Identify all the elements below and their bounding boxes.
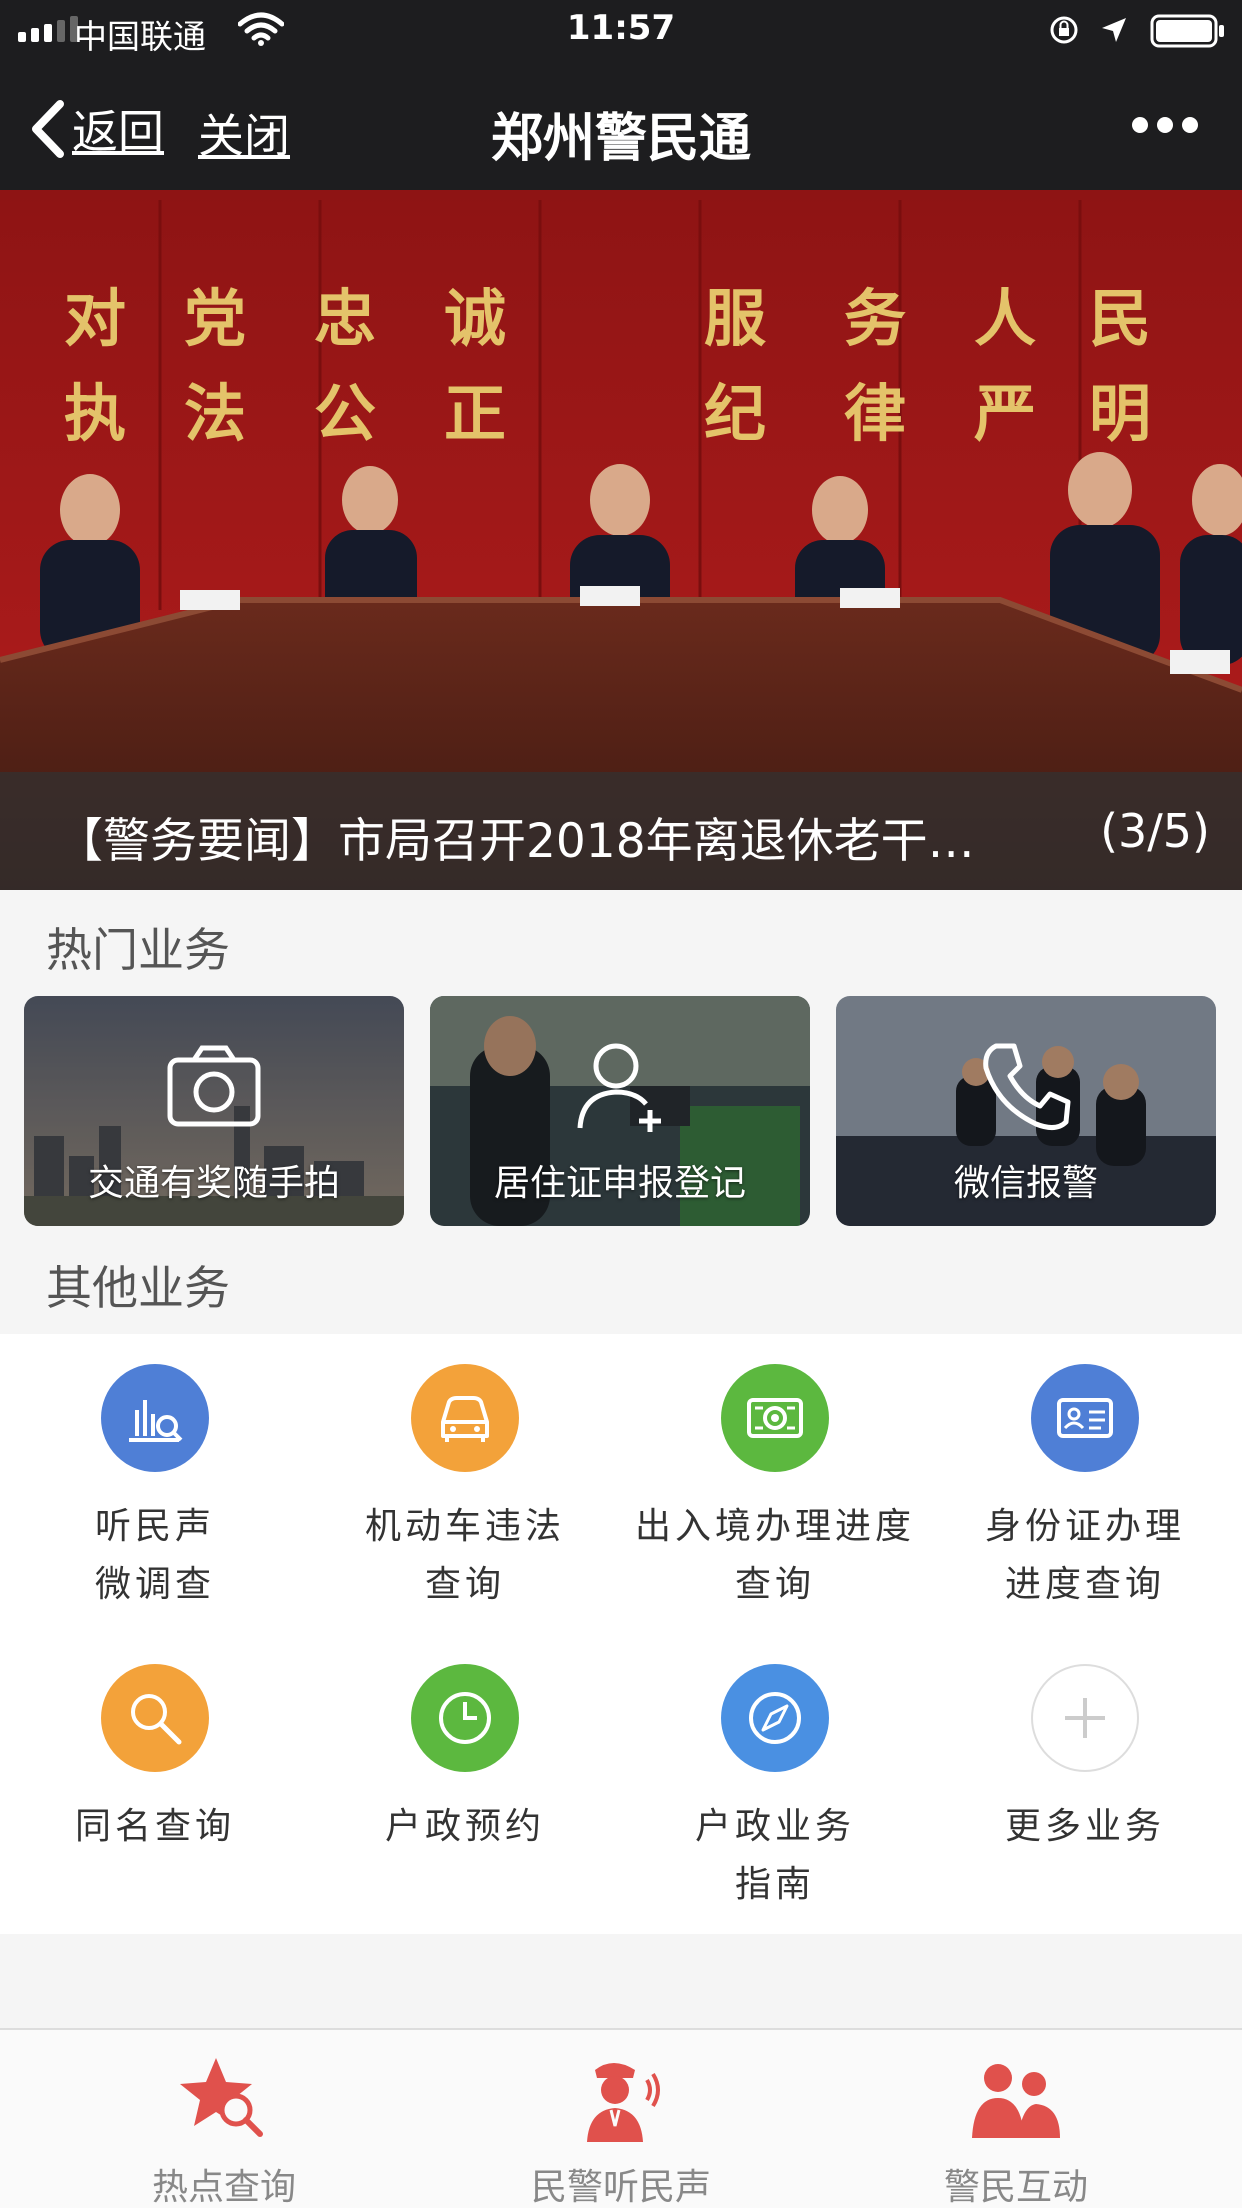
phone-icon (983, 1043, 1071, 1130)
survey-chart-icon (129, 1400, 183, 1442)
service-icon-bg (1031, 1364, 1139, 1472)
add-user-icon (577, 1043, 661, 1132)
hot-service-label: 微信报警 (953, 1163, 1098, 1204)
hot-services-title: 热门业务 (46, 923, 230, 977)
tab-police-interaction[interactable]: 警民互动 (866, 2050, 1166, 2208)
banner-caption: 【警务要闻】市局召开2018年离退休老干… (56, 814, 975, 869)
banner-counter: (3/5) (1100, 804, 1210, 858)
service-label: 听民声 微调查 (94, 1506, 215, 1605)
plus-icon (1065, 1698, 1105, 1738)
hot-service-wechat-alarm[interactable]: 微信报警 (836, 996, 1216, 1226)
status-bar: 中国联通 11:57 (0, 0, 1242, 60)
compass-icon (749, 1692, 801, 1744)
wall-character: 务 (844, 282, 906, 355)
wall-character: 公 (314, 377, 376, 450)
service-label: 户政业务 指南 (694, 1806, 855, 1905)
service-icon-bg (101, 1364, 209, 1472)
passport-icon (747, 1398, 803, 1438)
location-icon (1102, 18, 1126, 42)
other-services-title: 其他业务 (46, 1261, 230, 1315)
people-icon (972, 2064, 1060, 2138)
service-same-name[interactable]: 同名查询 (0, 1664, 310, 1856)
service-id-card[interactable]: 身份证办理 进度查询 (930, 1364, 1240, 1614)
wall-character: 服 (704, 282, 766, 355)
top-bar: 中国联通 11:57 返回 关闭 郑州警民通 (0, 0, 1242, 190)
battery-icon (1150, 14, 1224, 48)
wall-character: 律 (844, 377, 906, 450)
wall-character: 诚 (444, 282, 506, 355)
service-icon-bg (411, 1664, 519, 1772)
tab-police-listen[interactable]: 民警听民声 (471, 2050, 771, 2208)
wall-character: 忠 (314, 282, 376, 355)
star-search-icon (180, 2058, 263, 2137)
hot-service-label: 居住证申报登记 (493, 1163, 746, 1204)
service-label: 身份证办理 进度查询 (984, 1506, 1185, 1605)
other-services-grid: 听民声 微调查 机动车违法 查询 出入境办理进度 查询 身份证办理 进度查询 同… (0, 1334, 1242, 1934)
camera-icon (167, 1045, 261, 1127)
car-icon (441, 1396, 489, 1442)
tab-label: 警民互动 (943, 2167, 1088, 2208)
hot-service-label: 交通有奖随手拍 (87, 1163, 340, 1204)
service-vehicle-violation[interactable]: 机动车违法 查询 (310, 1364, 620, 1614)
wall-character: 纪 (704, 377, 766, 450)
wall-character: 人 (974, 282, 1036, 355)
wall-character: 执 (64, 377, 126, 450)
wall-character: 法 (184, 377, 246, 450)
service-icon-bg (1031, 1664, 1139, 1772)
service-survey[interactable]: 听民声 微调查 (0, 1364, 310, 1614)
wall-character: 严 (974, 377, 1036, 450)
service-label: 机动车违法 查询 (364, 1506, 565, 1605)
wall-character: 民 (1089, 282, 1151, 355)
service-icon-bg (411, 1364, 519, 1472)
service-icon-bg (721, 1664, 829, 1772)
tab-label: 民警听民声 (530, 2167, 711, 2208)
more-icon[interactable] (1130, 115, 1200, 135)
rotation-lock-icon (1050, 16, 1078, 44)
wall-character: 正 (444, 377, 506, 450)
banner-caption-bar: 【警务要闻】市局召开2018年离退休老干… (3/5) (0, 772, 1242, 890)
service-label: 出入境办理进度 查询 (634, 1506, 915, 1605)
service-label: 户政预约 (384, 1806, 545, 1847)
tab-bar: 热点查询 民警听民声 警民互动 (0, 2028, 1242, 2208)
news-banner[interactable]: 对党忠诚 服 务人民 执法公正 纪 律严明 【警务要闻】市局召开2018年离退休老干… … (0, 190, 1242, 890)
service-household-guide[interactable]: 户政业务 指南 (620, 1664, 930, 1914)
service-icon-bg (721, 1364, 829, 1472)
police-officer-icon (587, 2063, 660, 2142)
service-label: 更多业务 (1004, 1806, 1165, 1847)
tab-label: 热点查询 (151, 2167, 296, 2208)
service-exit-entry[interactable]: 出入境办理进度 查询 (620, 1364, 930, 1614)
service-household-appointment[interactable]: 户政预约 (310, 1664, 620, 1856)
hot-service-traffic-photo[interactable]: 交通有奖随手拍 (24, 996, 404, 1226)
id-card-icon (1057, 1398, 1113, 1438)
service-icon-bg (101, 1664, 209, 1772)
service-more[interactable]: 更多业务 (930, 1664, 1240, 1856)
hot-service-residence-permit[interactable]: 居住证申报登记 (430, 996, 810, 1226)
wall-character: 对 (64, 282, 126, 355)
page: 中国联通 11:57 返回 关闭 郑州警民通 对 党 忠 诚 服 务 人 民 执… (0, 0, 1242, 2208)
clock-icon (439, 1692, 491, 1744)
wall-character: 明 (1089, 377, 1151, 450)
page-title: 郑州警民通 (490, 109, 751, 169)
wall-character: 党 (184, 282, 246, 355)
tab-hot-query[interactable]: 热点查询 (74, 2050, 374, 2208)
service-label: 同名查询 (74, 1806, 235, 1847)
search-icon (131, 1694, 182, 1745)
nav-bar: 返回 关闭 郑州警民通 (0, 60, 1242, 190)
